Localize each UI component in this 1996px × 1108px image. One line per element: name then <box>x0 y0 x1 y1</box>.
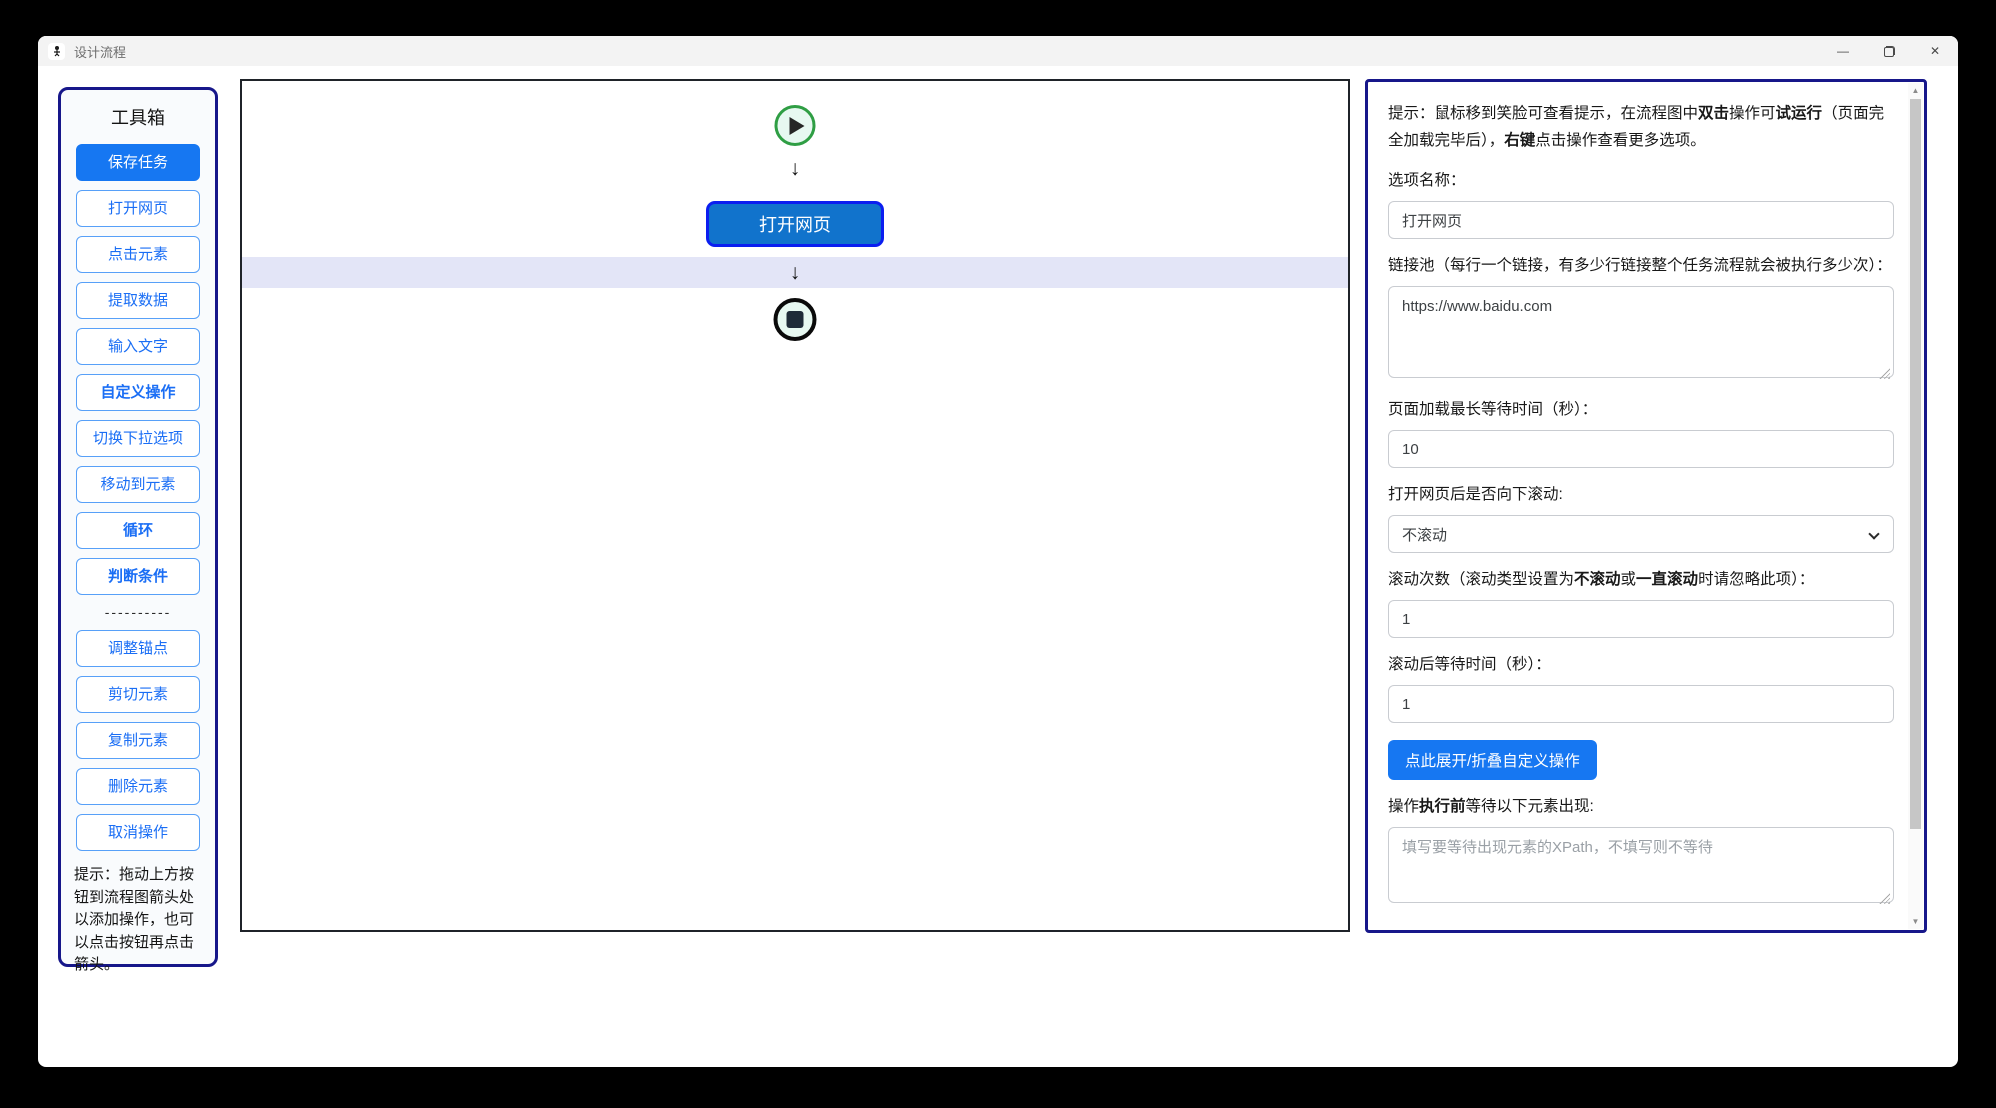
settings-scrollbar[interactable]: ▲ ▼ <box>1908 83 1923 929</box>
flow-node-open-webpage[interactable]: 打开网页 <box>706 201 884 247</box>
option-name-label: 选项名称： <box>1388 167 1894 194</box>
settings-panel: 提示：鼠标移到笑脸可查看提示，在流程图中双击操作可试运行（页面完全加载完毕后），… <box>1365 79 1927 933</box>
start-play-icon[interactable] <box>775 105 816 146</box>
scroll-wait-label: 滚动后等待时间（秒）： <box>1388 651 1894 678</box>
restore-icon <box>1884 46 1895 57</box>
minimize-button[interactable]: — <box>1820 36 1866 66</box>
app-icon <box>48 43 65 60</box>
toolbox-edit-button[interactable]: 取消操作 <box>76 814 200 851</box>
scroll-type-select[interactable]: 不滚动 <box>1388 515 1894 553</box>
scroll-times-label: 滚动次数（滚动类型设置为不滚动或一直滚动时请忽略此项）： <box>1388 566 1894 593</box>
option-name-input[interactable] <box>1388 201 1894 239</box>
toolbox-panel: 工具箱 保存任务 打开网页点击元素提取数据输入文字自定义操作切换下拉选项移动到元… <box>58 87 218 967</box>
scroll-up-icon[interactable]: ▲ <box>1908 83 1923 98</box>
toolbox-edit-button[interactable]: 删除元素 <box>76 768 200 805</box>
app-window: 设计流程 — ✕ 工具箱 保存任务 打开网页点击元素提取数据输入文字自定义操作切… <box>38 36 1958 1067</box>
toolbox-action-button[interactable]: 输入文字 <box>76 328 200 365</box>
toolbox-edit-button[interactable]: 剪切元素 <box>76 676 200 713</box>
max-wait-input[interactable] <box>1388 430 1894 468</box>
toolbox-action-button[interactable]: 移动到元素 <box>76 466 200 503</box>
wait-before-wrap <box>1388 827 1894 908</box>
save-task-button[interactable]: 保存任务 <box>76 144 200 181</box>
link-pool-textarea[interactable] <box>1388 286 1894 378</box>
settings-tip: 提示：鼠标移到笑脸可查看提示，在流程图中双击操作可试运行（页面完全加载完毕后），… <box>1388 100 1894 154</box>
scroll-wait-input[interactable] <box>1388 685 1894 723</box>
toolbox-action-button[interactable]: 判断条件 <box>76 558 200 595</box>
end-stop-icon[interactable] <box>774 298 817 341</box>
wait-before-textarea[interactable] <box>1388 827 1894 903</box>
title-bar: 设计流程 — ✕ <box>38 36 1958 66</box>
toolbox-action-button[interactable]: 点击元素 <box>76 236 200 273</box>
toolbox-edit-button[interactable]: 调整锚点 <box>76 630 200 667</box>
maximize-button[interactable] <box>1866 36 1912 66</box>
scroll-type-value: 不滚动 <box>1402 524 1447 545</box>
close-button[interactable]: ✕ <box>1912 36 1958 66</box>
flow-arrow-2[interactable]: ↓ <box>790 262 801 283</box>
scroll-down-icon[interactable]: ▼ <box>1908 914 1923 929</box>
scrollbar-thumb[interactable] <box>1910 99 1921 829</box>
wait-before-label: 操作执行前等待以下元素出现: <box>1388 793 1894 820</box>
toolbox-tip: 提示：拖动上方按钮到流程图箭头处以添加操作，也可以点击按钮再点击箭头。 <box>61 860 215 977</box>
window-controls: — ✕ <box>1820 36 1958 66</box>
link-pool-wrap <box>1388 286 1894 383</box>
toolbox-divider: ---------- <box>61 604 215 620</box>
scroll-type-label: 打开网页后是否向下滚动: <box>1388 481 1894 508</box>
scroll-times-input[interactable] <box>1388 600 1894 638</box>
toolbox-action-button[interactable]: 切换下拉选项 <box>76 420 200 457</box>
flow-drop-highlight-row: ↓ <box>242 257 1348 288</box>
custom-actions-toggle-button[interactable]: 点此展开/折叠自定义操作 <box>1388 740 1597 780</box>
play-triangle-icon <box>790 117 805 135</box>
flow-arrow-1[interactable]: ↓ <box>790 158 801 179</box>
chevron-down-icon <box>1868 528 1879 539</box>
window-title: 设计流程 <box>74 42 126 61</box>
toolbox-action-button[interactable]: 自定义操作 <box>76 374 200 411</box>
settings-content: 提示：鼠标移到笑脸可查看提示，在流程图中双击操作可试运行（页面完全加载完毕后），… <box>1388 94 1894 908</box>
toolbox-title: 工具箱 <box>61 104 215 130</box>
flow-canvas: ↓ 打开网页 ↓ <box>240 79 1350 932</box>
stop-square-icon <box>787 311 804 328</box>
max-wait-label: 页面加载最长等待时间（秒）： <box>1388 396 1894 423</box>
toolbox-action-button[interactable]: 循环 <box>76 512 200 549</box>
toolbox-edit-button[interactable]: 复制元素 <box>76 722 200 759</box>
toolbox-action-button[interactable]: 打开网页 <box>76 190 200 227</box>
link-pool-label: 链接池（每行一个链接，有多少行链接整个任务流程就会被执行多少次）： <box>1388 252 1894 279</box>
toolbox-action-button[interactable]: 提取数据 <box>76 282 200 319</box>
